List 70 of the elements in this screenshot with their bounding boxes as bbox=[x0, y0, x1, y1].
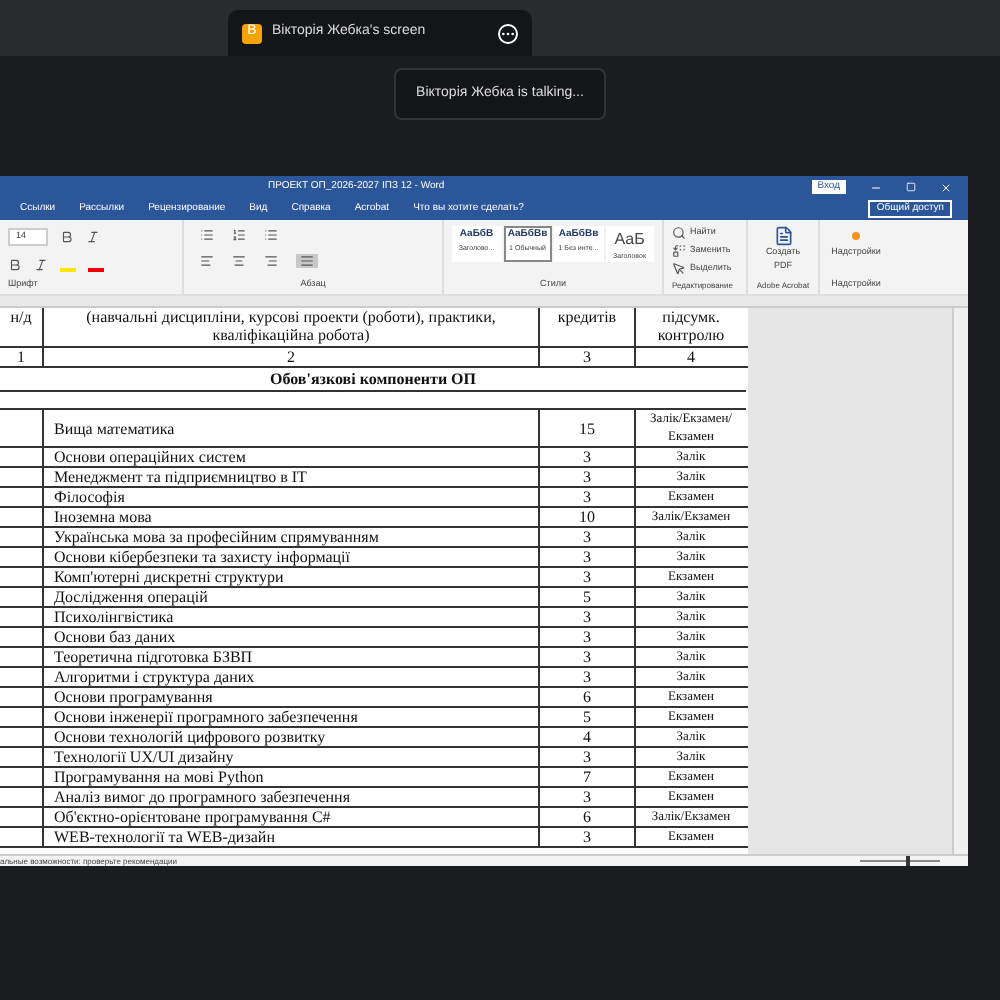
search-icon[interactable] bbox=[672, 226, 686, 240]
table-cell: 3 bbox=[540, 548, 636, 566]
more-icon[interactable] bbox=[498, 23, 518, 43]
scrollbar[interactable] bbox=[952, 308, 968, 854]
table-cell: 5 bbox=[540, 708, 636, 726]
column-number: 1 bbox=[0, 348, 44, 366]
header-cell-text: підсумк. контролю bbox=[655, 308, 727, 346]
table-cell: Основи кібербезпеки та захисту інформації bbox=[44, 548, 540, 566]
close-icon[interactable] bbox=[940, 181, 952, 193]
table-cell: 3 bbox=[540, 608, 636, 626]
table-cell: Вища математика bbox=[44, 410, 540, 446]
table-cell: Менеджмент та підприємництво в ІТ bbox=[44, 468, 540, 486]
table-cell: 3 bbox=[540, 628, 636, 646]
addins-icon[interactable] bbox=[852, 232, 860, 240]
table-cell: Аналіз вимог до програмного забезпечення bbox=[44, 788, 540, 806]
table-cell: 3 bbox=[540, 748, 636, 766]
table-cell: Алгоритми і структура даних bbox=[44, 668, 540, 686]
numbering-icon[interactable] bbox=[232, 228, 246, 242]
pointer-icon[interactable] bbox=[672, 262, 686, 276]
column-number: 4 bbox=[685, 348, 697, 366]
table-cell: 3 bbox=[540, 468, 636, 486]
justify-button[interactable] bbox=[296, 254, 318, 268]
table-cell: Теоретична підготовка БЗВП bbox=[44, 648, 540, 666]
table-cell: 4 bbox=[540, 728, 636, 746]
table-cell: Основи операційних систем bbox=[44, 448, 540, 466]
table-cell: 5 bbox=[540, 588, 636, 606]
table-cell: Психолінгвістика bbox=[44, 608, 540, 626]
table-cell: Комп'ютерні дискретні структури bbox=[44, 568, 540, 586]
align-center-icon[interactable] bbox=[232, 254, 246, 268]
justify-icon[interactable] bbox=[300, 254, 314, 268]
italic-icon[interactable] bbox=[86, 229, 100, 244]
column-number: 3 bbox=[540, 348, 636, 366]
table-cell: 7 bbox=[540, 768, 636, 786]
table-cell: 10 bbox=[540, 508, 636, 526]
table-cell: 6 bbox=[540, 808, 636, 826]
table-cell: Основи програмування bbox=[44, 688, 540, 706]
table-cell: Дослідження операцій bbox=[44, 588, 540, 606]
header-cell: (навчальні дисципліни, курсові проекти (роботи), практики, кваліфікаційна робота) bbox=[44, 308, 540, 346]
table-cell: Технології UX/UI дизайну bbox=[44, 748, 540, 766]
bold-icon[interactable] bbox=[60, 229, 74, 244]
header-cell: н/д bbox=[0, 308, 44, 346]
table-cell: Основи інженерії програмного забезпечення bbox=[44, 708, 540, 726]
section-heading: Обов'язкові компоненти ОП bbox=[269, 368, 476, 390]
table-cell: 15 bbox=[540, 410, 636, 446]
table-cell: Філософія bbox=[44, 488, 540, 506]
table-cell: 3 bbox=[540, 448, 636, 466]
table-cell: 3 bbox=[540, 568, 636, 586]
table-cell: Програмування на мові Python bbox=[44, 768, 540, 786]
table-cell: Об'єктно-орієнтоване програмування C# bbox=[44, 808, 540, 826]
table-cell: Українська мова за професійним спрямуванням bbox=[44, 528, 540, 546]
table-cell: 3 bbox=[540, 648, 636, 666]
table-cell: Іноземна мова bbox=[44, 508, 540, 526]
maximize-icon[interactable] bbox=[906, 182, 916, 192]
pdf-icon[interactable] bbox=[773, 226, 793, 246]
table-cell: 3 bbox=[540, 488, 636, 506]
table-cell: Основи технологій цифрового розвитку bbox=[44, 728, 540, 746]
multilevel-icon[interactable] bbox=[264, 228, 278, 242]
table-cell: 3 bbox=[540, 528, 636, 546]
align-right-icon[interactable] bbox=[264, 254, 278, 268]
bullets-icon[interactable] bbox=[200, 228, 214, 242]
column-number: 2 bbox=[44, 348, 540, 366]
table-cell: 3 bbox=[540, 668, 636, 686]
header-cell: кредитів bbox=[540, 308, 636, 346]
table-cell: 6 bbox=[540, 688, 636, 706]
table-cell: 3 bbox=[540, 828, 636, 846]
minimize-icon[interactable] bbox=[870, 181, 882, 193]
table-cell: 3 bbox=[540, 788, 636, 806]
align-left-icon[interactable] bbox=[200, 254, 214, 268]
table-cell: Основи баз даних bbox=[44, 628, 540, 646]
table-cell: WEB-технології та WEB-дизайн bbox=[44, 828, 540, 846]
